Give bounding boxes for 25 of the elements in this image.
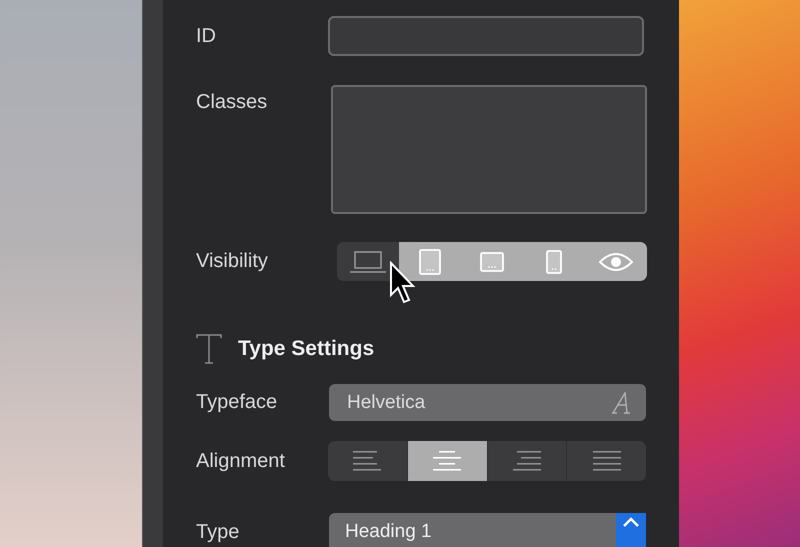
tablet-icon (419, 248, 442, 274)
eye-icon (599, 252, 634, 272)
typeface-label: Typeface (196, 391, 278, 414)
align-left-icon (353, 451, 382, 471)
classes-field[interactable] (331, 85, 647, 214)
id-field[interactable] (328, 16, 644, 56)
type-label: Type (196, 521, 240, 544)
phone-icon (546, 250, 562, 274)
alignment-button[interactable] (406, 441, 486, 481)
laptop-icon (349, 250, 388, 274)
font-icon (612, 392, 632, 414)
section-title: Type Settings (238, 337, 374, 361)
type-icon (196, 334, 222, 364)
stepper-icon (616, 513, 646, 547)
field-label: ID (196, 24, 217, 48)
align-right-icon (512, 451, 541, 471)
field-label: Classes (196, 91, 268, 114)
visibility-label: Visibility (196, 250, 269, 273)
typeface-field[interactable]: Helvetica (329, 384, 646, 421)
alignment-button[interactable] (566, 441, 646, 481)
align-center-icon (433, 451, 462, 471)
type-dropdown[interactable]: Heading 1 (329, 513, 646, 547)
alignment-label: Alignment (196, 450, 286, 472)
landscape-tablet-icon (480, 252, 504, 272)
align-justify-icon (592, 451, 621, 471)
